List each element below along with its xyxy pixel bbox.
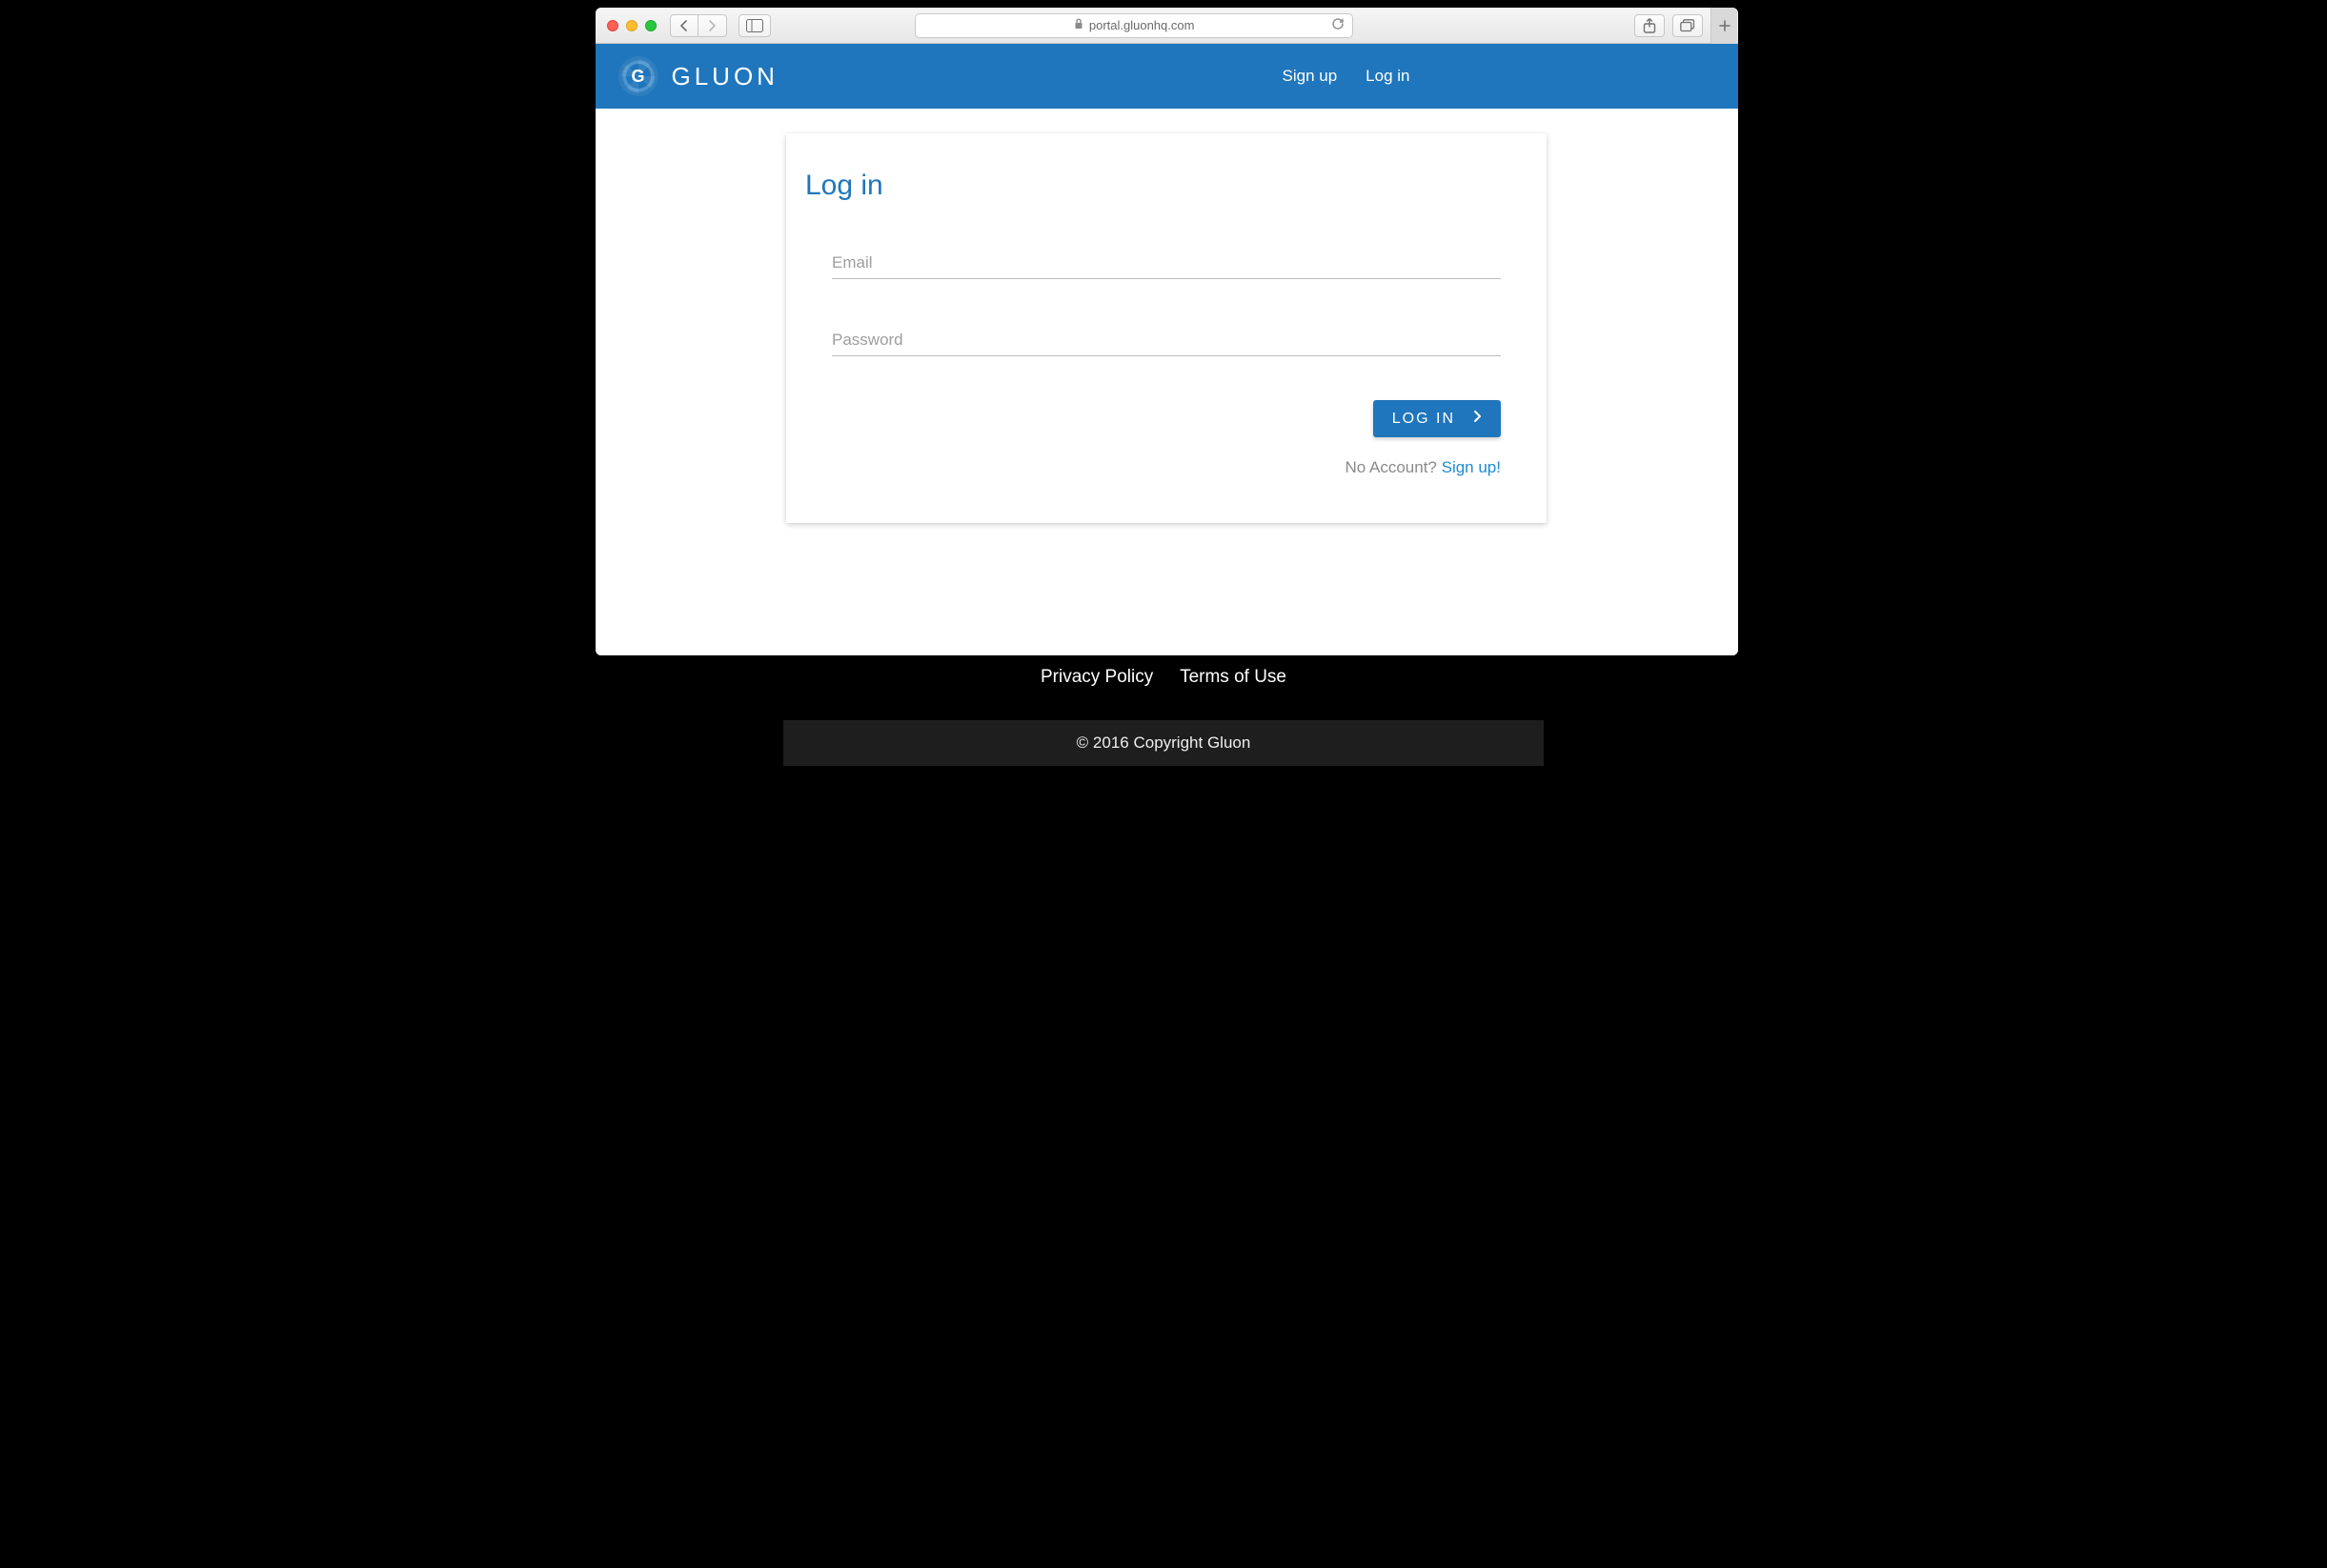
window-minimize-button[interactable] [626,20,637,31]
page-viewport: G GLUON Sign up Log in Log in LOG IN [596,44,1738,655]
sidebar-toggle-button[interactable] [739,14,771,37]
window-close-button[interactable] [607,20,618,31]
nav-signup-link[interactable]: Sign up [1283,67,1338,86]
brand-logo-letter: G [626,64,651,89]
login-card: Log in LOG IN No Account? Sign up! [786,133,1547,523]
lock-icon [1074,18,1083,32]
safari-window: portal.gluonhq.com [596,8,1738,655]
back-button[interactable] [670,14,698,37]
new-tab-button[interactable] [1710,8,1737,44]
nav-back-forward [670,14,727,37]
login-button[interactable]: LOG IN [1373,400,1501,437]
tabs-overview-button[interactable] [1672,14,1703,37]
share-button[interactable] [1634,14,1665,37]
forward-button[interactable] [698,14,727,37]
brand[interactable]: G GLUON [618,56,779,96]
no-account-prompt: No Account? Sign up! [1345,458,1501,477]
window-controls [603,20,662,31]
password-field[interactable] [832,325,1501,356]
window-zoom-button[interactable] [645,20,657,31]
primary-nav: Sign up Log in [1283,67,1715,86]
card-title: Log in [805,170,1501,202]
address-bar[interactable]: portal.gluonhq.com [915,13,1353,38]
copyright-bar: © 2016 Copyright Gluon [783,720,1544,766]
browser-toolbar: portal.gluonhq.com [596,8,1738,44]
brand-wordmark: GLUON [672,62,779,91]
address-bar-host: portal.gluonhq.com [1089,18,1195,32]
copyright-text: © 2016 Copyright Gluon [1077,734,1251,752]
login-button-label: LOG IN [1392,411,1455,428]
email-field[interactable] [832,248,1501,279]
footer-privacy-link[interactable]: Privacy Policy [1041,667,1153,687]
signup-link[interactable]: Sign up! [1442,458,1501,476]
site-header: G GLUON Sign up Log in [596,44,1738,109]
no-account-text: No Account? [1345,458,1441,476]
page-footer: Privacy Policy Terms of Use © 2016 Copyr… [531,667,1797,766]
nav-login-link[interactable]: Log in [1366,67,1409,86]
chevron-right-icon [1472,410,1482,428]
brand-logo-icon: G [618,56,658,96]
reload-icon[interactable] [1331,17,1345,33]
footer-terms-link[interactable]: Terms of Use [1180,667,1286,687]
